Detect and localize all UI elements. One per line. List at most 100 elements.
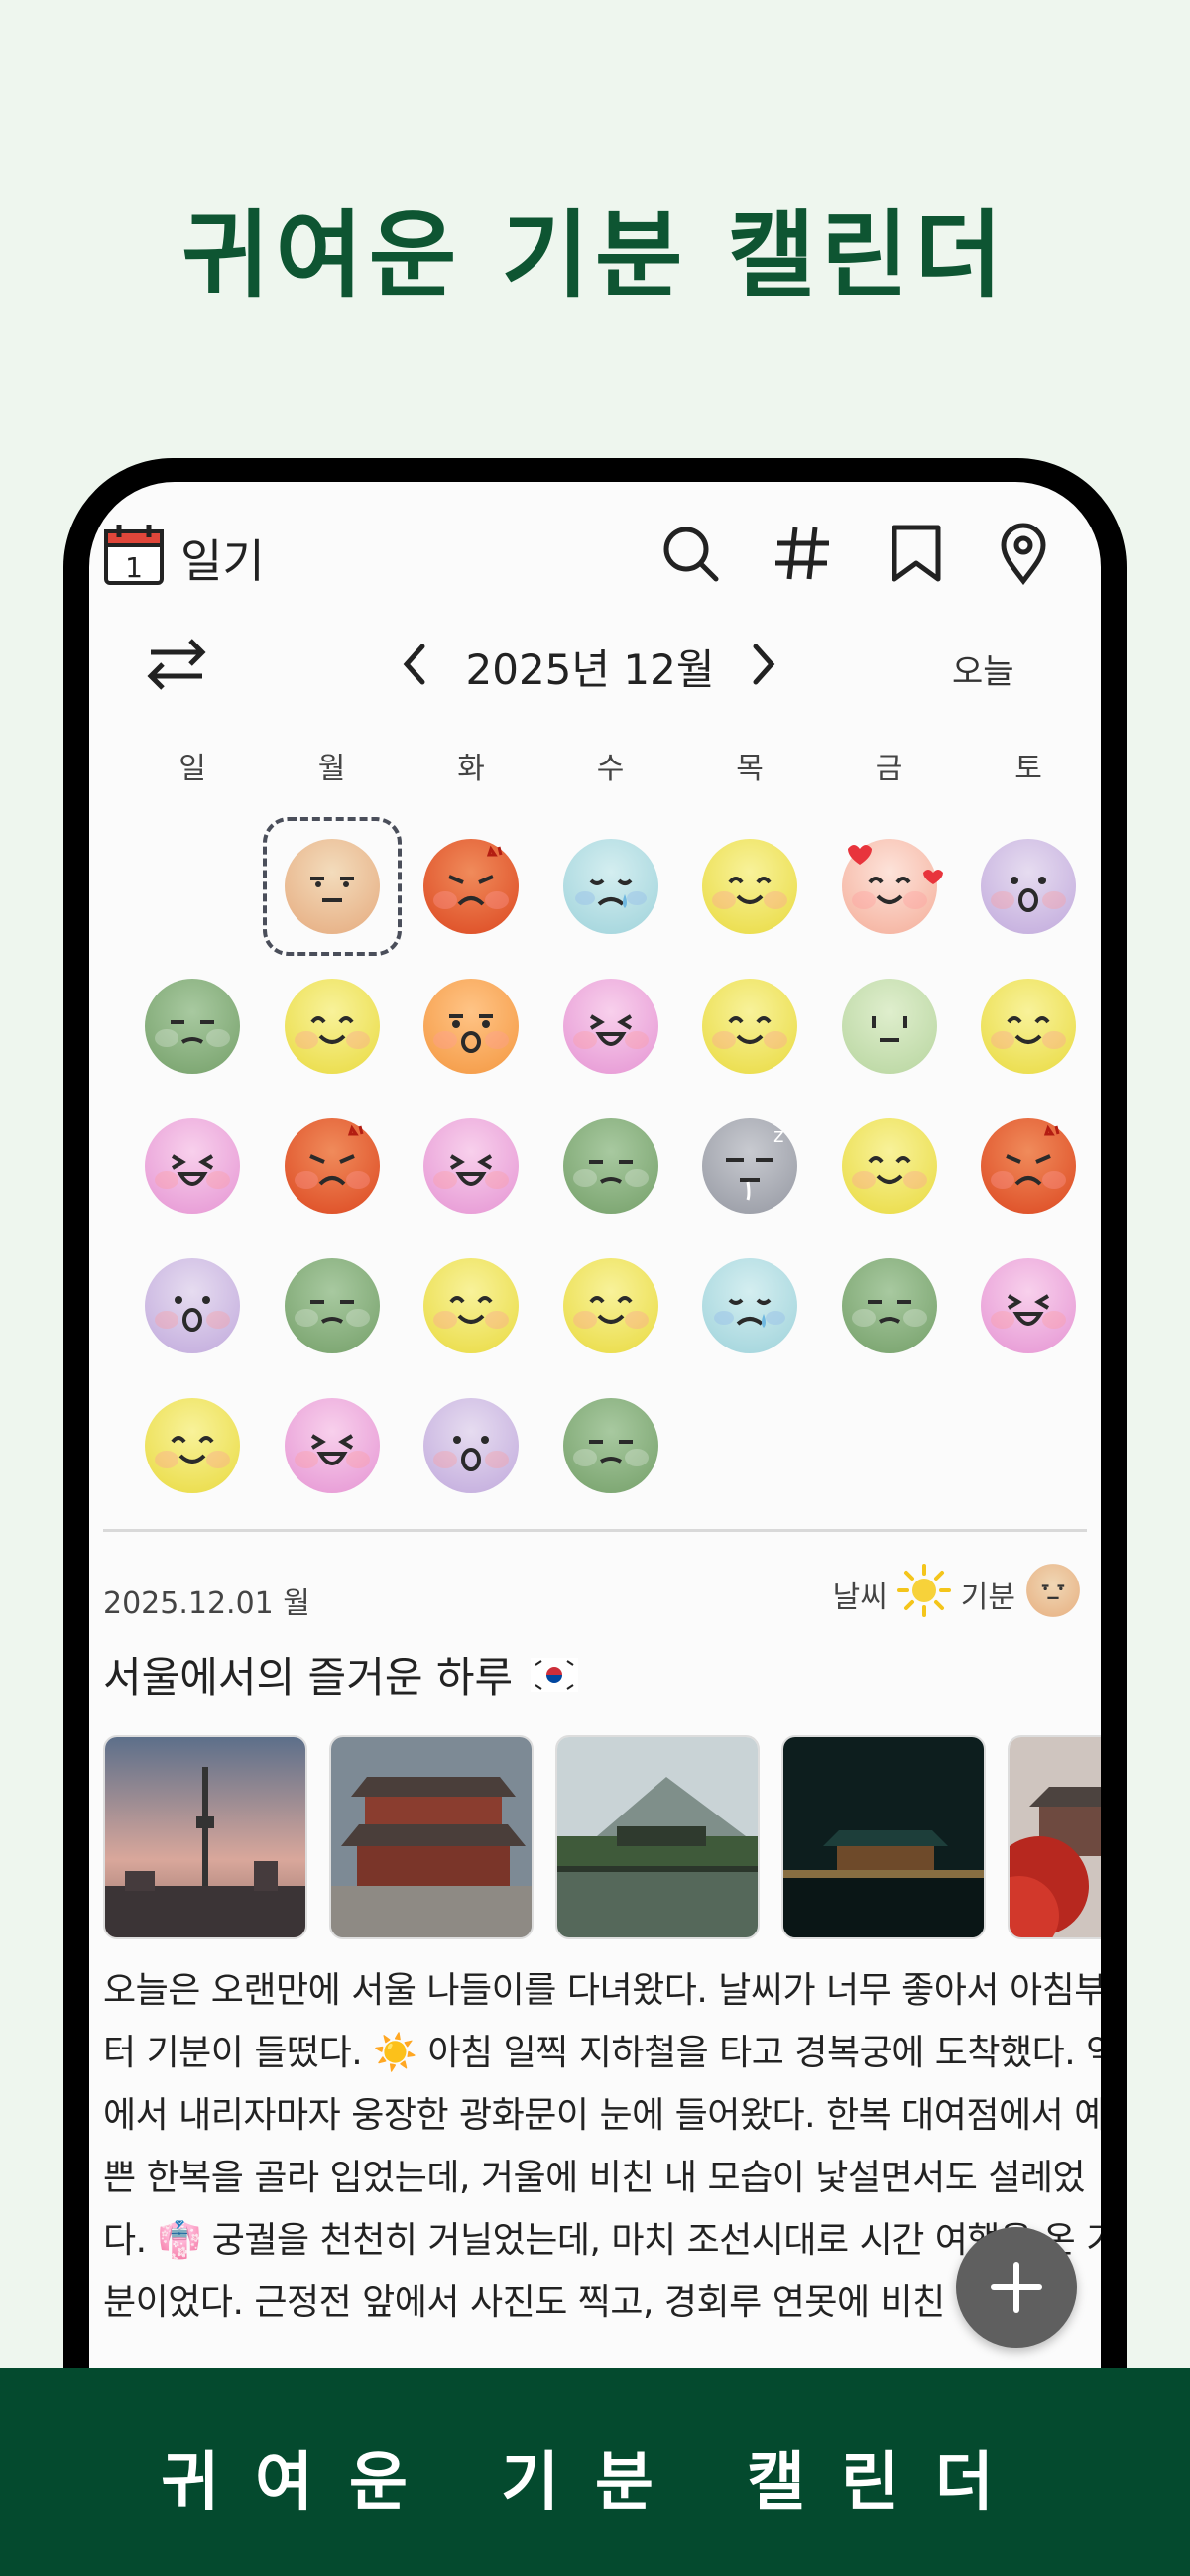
calendar-day-cell[interactable]	[680, 1236, 819, 1375]
happy-mood-face-icon	[840, 1116, 939, 1216]
calendar-day-cell[interactable]	[820, 1097, 959, 1235]
sad-mood-face-icon	[561, 837, 660, 936]
calendar-day-cell[interactable]	[680, 957, 819, 1096]
weekday-label: 금	[875, 752, 903, 786]
calendar-day-cell[interactable]	[541, 817, 680, 956]
meh-green-mood-face-icon	[561, 1396, 660, 1495]
today-button[interactable]: 오늘	[952, 644, 1014, 693]
calendar-day-cell[interactable]	[959, 1236, 1098, 1375]
photo-pond-pavilion[interactable]	[555, 1735, 760, 1939]
promo-title: 귀여운 기분 캘린더	[181, 200, 1009, 311]
entry-body-line: 에서 내리자마자 웅장한 광화문이 눈에 들어왔다. 한복 대여점에서 예	[103, 2095, 1101, 2136]
happy-mood-face-icon	[700, 837, 799, 936]
calendar-day-cell[interactable]	[123, 957, 262, 1096]
meh-green-mood-face-icon	[283, 1256, 382, 1355]
bottom-banner: 귀여운 기분 캘린더	[0, 2368, 1190, 2576]
add-entry-button[interactable]	[956, 2227, 1077, 2348]
calendar-day-cell[interactable]	[263, 1097, 402, 1235]
calendar-day-cell[interactable]	[263, 957, 402, 1096]
entry-title: 서울에서의 즐거운 하루	[103, 1644, 579, 1704]
meh-green-mood-face-icon	[143, 977, 242, 1076]
calendar-day-cell[interactable]	[959, 1097, 1098, 1235]
calendar-day-cell[interactable]	[402, 817, 540, 956]
laugh-mood-face-icon	[979, 1256, 1078, 1355]
sleepy-mood-face-icon: z	[700, 1116, 799, 1216]
weekday-label: 목	[736, 752, 764, 786]
weekday-label: 토	[1014, 752, 1042, 786]
photo-autumn-palace[interactable]	[1008, 1735, 1101, 1939]
weekday-label: 일	[178, 752, 206, 786]
love-mood-face-icon	[840, 837, 943, 936]
month-navigation: 2025년 12월 오늘	[89, 631, 1101, 700]
entry-body-line: 터 기분이 들떴다. ☀️ 아침 일찍 지하철을 타고 경복궁에 도착했다. 역	[103, 2033, 1101, 2073]
calendar-day-cell[interactable]	[820, 817, 959, 956]
calendar-day-cell[interactable]	[402, 1236, 540, 1375]
month-label[interactable]: 2025년 12월	[436, 637, 744, 697]
mood-label: 기분	[960, 1581, 1015, 1615]
svg-text:z: z	[774, 1123, 784, 1147]
sun-icon	[896, 1564, 951, 1625]
chevron-right-icon[interactable]	[744, 639, 783, 690]
calendar-day-cell[interactable]	[123, 1376, 262, 1515]
korea-flag-icon	[531, 1657, 579, 1692]
entry-title-text: 서울에서의 즐거운 하루	[103, 1653, 514, 1701]
happy-mood-face-icon	[143, 1396, 242, 1495]
calendar-day-cell[interactable]	[680, 817, 819, 956]
search-icon[interactable]	[658, 522, 722, 585]
happy-mood-face-icon	[700, 977, 799, 1076]
calendar-day-cell[interactable]	[541, 1097, 680, 1235]
calendar-day-cell[interactable]	[263, 1236, 402, 1375]
mood-calendar-grid: z	[123, 817, 1101, 1521]
calendar-day-cell[interactable]	[541, 1236, 680, 1375]
meh-green-mood-face-icon	[561, 1116, 660, 1216]
calendar-day-cell[interactable]	[262, 817, 402, 956]
calendar-logo-day: 1	[125, 551, 143, 584]
app-screen: 1 일기 2025년 12월 오늘 일월화수목금토 z 2025.12.01 월…	[89, 482, 1101, 2576]
meh-green-mood-face-icon	[840, 1256, 939, 1355]
entry-body-line: 다. 👘 궁궐을 천천히 거닐었는데, 마치 조선시대로 시간 여행을 온 기	[103, 2220, 1101, 2261]
calendar-day-cell[interactable]	[123, 1236, 262, 1375]
calendar-day-cell[interactable]	[820, 957, 959, 1096]
entry-body: 오늘은 오랜만에 서울 나들이를 다녀왔다. 날씨가 너무 좋아서 아침부 터 기…	[103, 1959, 1101, 2334]
angry-mood-face-icon	[979, 1116, 1078, 1216]
calendar-day-cell[interactable]	[959, 817, 1098, 956]
weekday-label: 화	[457, 752, 485, 786]
entry-date: 2025.12.01 월	[103, 1586, 310, 1621]
calendar-day-cell[interactable]	[123, 1097, 262, 1235]
calendar-logo-icon: 1	[103, 522, 165, 587]
photo-night-palace[interactable]	[781, 1735, 986, 1939]
calendar-day-cell[interactable]	[541, 957, 680, 1096]
bottom-banner-text: 귀여운 기분 캘린더	[161, 2446, 1029, 2519]
plus-icon	[991, 2262, 1042, 2313]
weather-label: 날씨	[832, 1581, 888, 1615]
bookmark-icon[interactable]	[885, 522, 948, 585]
calm-mood-face-icon	[840, 977, 939, 1076]
surprised-mood-face-icon	[979, 837, 1078, 936]
calendar-day-cell[interactable]	[820, 1236, 959, 1375]
calendar-day-cell[interactable]	[402, 957, 540, 1096]
laugh-mood-face-icon	[143, 1116, 242, 1216]
swap-view-icon[interactable]	[145, 635, 208, 694]
weekday-header: 일월화수목금토	[123, 744, 1101, 793]
app-title: 일기	[180, 534, 265, 588]
laugh-mood-face-icon	[561, 977, 660, 1076]
happy-mood-face-icon	[421, 1256, 521, 1355]
calendar-day-cell[interactable]	[959, 957, 1098, 1096]
calendar-day-cell[interactable]	[402, 1376, 540, 1515]
calendar-day-cell[interactable]: z	[680, 1097, 819, 1235]
angry-mood-face-icon	[421, 837, 521, 936]
calendar-day-cell[interactable]	[263, 1376, 402, 1515]
calendar-day-cell[interactable]	[402, 1097, 540, 1235]
mood-face-icon	[1025, 1563, 1081, 1626]
calendar-day-cell[interactable]	[541, 1376, 680, 1515]
location-pin-icon[interactable]	[992, 522, 1055, 586]
photo-strip	[103, 1735, 1101, 1943]
neutral-peach-mood-face-icon	[283, 837, 382, 936]
hashtag-icon[interactable]	[772, 522, 835, 585]
entry-body-line: 분이었다. 근정전 앞에서 사진도 찍고, 경회루 연못에 비친 하	[103, 2283, 989, 2323]
divider	[103, 1529, 1087, 1532]
photo-seoul-tower[interactable]	[103, 1735, 307, 1939]
photo-palace-aerial[interactable]	[329, 1735, 534, 1939]
happy-mood-face-icon	[561, 1256, 660, 1355]
chevron-left-icon[interactable]	[395, 639, 434, 690]
